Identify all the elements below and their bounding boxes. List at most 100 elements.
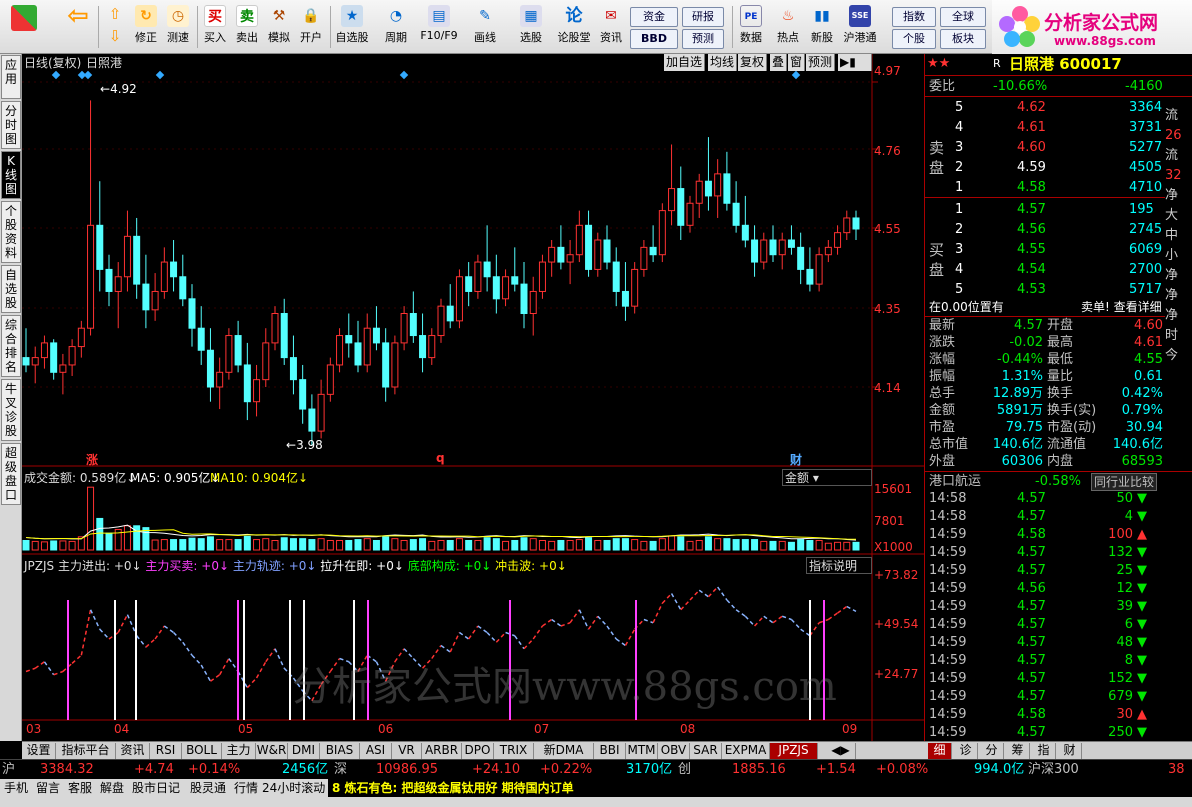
indicator-tab[interactable]: 主力 [222,743,256,759]
indicator-tab[interactable]: OBV [658,743,690,759]
tab-scroll-arrows[interactable]: ◀▶ [826,743,856,759]
volume-type-select[interactable]: 金额 ▾ [782,469,872,486]
tick-row[interactable]: 14:59 4.58 100 ▲ [925,526,1192,544]
sector-compare-button[interactable]: 同行业比较 [1091,473,1158,491]
status-service[interactable]: 客服 [68,779,92,797]
tab-stock-profile[interactable]: 个股资料 [1,201,21,263]
event-marker[interactable]: q [436,451,445,465]
indicator-tab[interactable]: 资讯 [116,743,150,759]
adjust-button[interactable]: 复权 [738,54,768,71]
period-button[interactable]: ◔ 周期 [376,3,416,51]
status-diary[interactable]: 股市日记 [132,779,180,797]
back-button[interactable]: ⇦ [58,3,98,51]
index-button[interactable]: 指数 [892,7,936,27]
indicator-tab[interactable]: EXPMA [722,743,770,759]
simulate-button[interactable]: ⚒ 模拟 [264,3,294,51]
ma-button[interactable]: 均线 [708,54,738,71]
status-message[interactable]: 留言 [36,779,60,797]
indicator-tab[interactable]: SAR [690,743,722,759]
data-button[interactable]: PE 数据 [736,3,766,51]
tick-row[interactable]: 14:59 4.58 30 ▲ [925,706,1192,724]
predict-button[interactable]: 预测 [806,54,836,71]
hk-connect-button[interactable]: SSE 沪港通 [840,3,880,51]
order-book-row[interactable]: 4 4.54 2700 [925,260,1192,280]
open-account-button[interactable]: 🔒 开户 [296,3,326,51]
indicator-tab[interactable]: ARBR [422,743,462,759]
tab-diagnosis[interactable]: 牛叉诊股 [1,379,21,441]
quote-subtab[interactable]: 诊 [954,743,978,759]
indicator-tab[interactable]: MTM [626,743,658,759]
tick-row[interactable]: 14:58 4.57 4 ▼ [925,508,1192,526]
bbd-button[interactable]: BBD [630,29,678,49]
indicator-tab[interactable]: 设置 [22,743,56,759]
tab-intraday[interactable]: 分时图 [1,101,21,149]
indicator-tab[interactable]: W&R [256,743,288,759]
order-book-row[interactable]: 2 4.59 4505 [925,158,1192,178]
quote-subtab[interactable]: 指 [1032,743,1056,759]
tick-row[interactable]: 14:59 4.57 250 ▼ [925,724,1192,742]
indicator-tab[interactable]: VR [392,743,422,759]
event-marker[interactable]: 涨 [86,451,98,468]
event-marker[interactable]: 财 [790,451,802,468]
indicator-tab[interactable]: BOLL [182,743,222,759]
stock-button[interactable]: 个股 [892,29,936,49]
status-quotes[interactable]: 行情 [234,779,258,797]
sector-button[interactable]: 板块 [940,29,986,49]
status-mobile[interactable]: 手机 [4,779,28,797]
ipo-button[interactable]: ▮▮ 新股 [806,3,838,51]
order-book-row[interactable]: 2 4.56 2745 [925,220,1192,240]
stock-picker-button[interactable]: ▦ 选股 [510,3,552,51]
tick-row[interactable]: 14:59 4.57 8 ▼ [925,652,1192,670]
tick-row[interactable]: 14:59 4.57 132 ▼ [925,544,1192,562]
forum-button[interactable]: 论论股堂 [554,3,594,51]
tab-watchlist[interactable]: 自选股 [1,265,21,313]
indicator-tab[interactable]: ASI [360,743,392,759]
funds-button[interactable]: 资金 [630,7,678,27]
indicator-tab[interactable]: DPO [462,743,494,759]
research-button[interactable]: 研报 [682,7,724,27]
indicator-tab[interactable]: JPZJS [770,743,818,759]
indicator-help-button[interactable]: 指标说明 [806,557,872,574]
sell-button[interactable]: 卖卖出 [232,3,262,51]
speed-test-button[interactable]: ◷ 测速 [162,3,194,51]
order-book-row[interactable]: 3 4.55 6069 [925,240,1192,260]
forecast-button[interactable]: 预测 [682,29,724,49]
status-analysis[interactable]: 解盘 [100,779,124,797]
tick-row[interactable]: 14:58 4.57 50 ▼ [925,490,1192,508]
overlay-button[interactable]: 叠 [770,54,788,71]
indicator-tab[interactable]: TRIX [494,743,534,759]
order-book-row[interactable]: 5 4.62 3364 [925,98,1192,118]
draw-line-button[interactable]: ✎ 画线 [464,3,506,51]
tick-row[interactable]: 14:59 4.57 152 ▼ [925,670,1192,688]
quote-subtab[interactable]: 细 [928,743,952,759]
add-watchlist-button[interactable]: 加自选 [664,54,706,71]
indicator-tab[interactable]: DMI [288,743,320,759]
tick-row[interactable]: 14:59 4.57 6 ▼ [925,616,1192,634]
tick-row[interactable]: 14:59 4.57 679 ▼ [925,688,1192,706]
tick-row[interactable]: 14:59 4.57 39 ▼ [925,598,1192,616]
order-book-row[interactable]: 1 4.58 4710 [925,178,1192,198]
tab-super-book[interactable]: 超级盘口 [1,443,21,505]
indicator-tab[interactable]: BIAS [320,743,360,759]
quote-subtab[interactable]: 筹 [1006,743,1030,759]
sector-name[interactable]: 港口航运 [929,472,981,492]
window-button[interactable]: 窗 [788,54,806,71]
grid-menu-button[interactable] [4,3,44,51]
buy-button[interactable]: 买买入 [200,3,230,51]
indicator-tab[interactable]: 新DMA [534,743,594,759]
status-rolling[interactable]: 24小时滚动 [262,779,325,797]
tick-row[interactable]: 14:59 4.57 48 ▼ [925,634,1192,652]
quote-subtab[interactable]: 财 [1058,743,1082,759]
tab-apps[interactable]: 应用 [1,55,21,99]
global-button[interactable]: 全球 [940,7,986,27]
status-lingtong[interactable]: 股灵通 [190,779,226,797]
order-book-row[interactable]: 4 4.61 3731 [925,118,1192,138]
position-detail-link[interactable]: 卖单! 查看详细 [1081,297,1162,317]
fix-button[interactable]: ↻ 修正 [130,3,162,51]
tick-row[interactable]: 14:59 4.56 12 ▼ [925,580,1192,598]
hotspot-button[interactable]: ♨ 热点 [772,3,804,51]
f10-button[interactable]: ▤ F10/F9 [418,3,460,51]
tab-ranking[interactable]: 综合排名 [1,315,21,377]
up-down-button[interactable]: ⇧ ⇩ [102,3,128,51]
indicator-tab[interactable]: RSI [150,743,182,759]
